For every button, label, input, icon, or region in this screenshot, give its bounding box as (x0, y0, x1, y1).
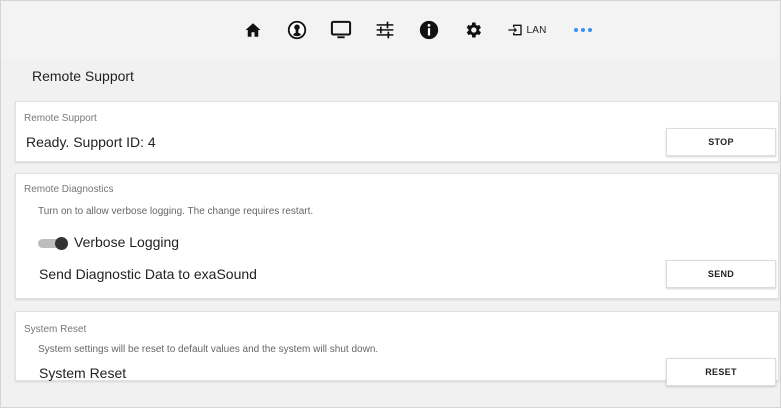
top-nav: LAN (1, 1, 780, 59)
info-icon[interactable] (417, 18, 441, 42)
system-reset-description: System settings will be reset to default… (38, 344, 379, 355)
page-title: Remote Support (32, 68, 134, 84)
system-reset-row-label: System Reset (39, 365, 127, 381)
remote-support-header: Remote Support (24, 113, 97, 124)
monitor-icon[interactable] (329, 18, 353, 42)
remote-diagnostics-description: Turn on to allow verbose logging. The ch… (38, 206, 314, 217)
lan-label: LAN (526, 24, 547, 36)
verbose-logging-toggle[interactable] (38, 237, 68, 250)
remote-diagnostics-header: Remote Diagnostics (24, 184, 114, 195)
remote-support-card: Remote Support Ready. Support ID: 4 STOP (15, 101, 779, 162)
remote-diagnostics-card: Remote Diagnostics Turn on to allow verb… (15, 173, 779, 299)
stop-button[interactable]: STOP (666, 128, 776, 156)
send-diagnostics-label: Send Diagnostic Data to exaSound (39, 266, 257, 282)
sliders-icon[interactable] (373, 18, 397, 42)
input-lan-icon (508, 24, 523, 36)
home-icon[interactable] (241, 18, 265, 42)
reset-button[interactable]: RESET (666, 358, 776, 386)
support-status: Ready. Support ID: 4 (26, 134, 156, 150)
toggle-thumb (55, 237, 68, 250)
more-dots-icon[interactable] (573, 28, 594, 32)
gear-icon[interactable] (461, 18, 485, 42)
system-reset-card: System Reset System settings will be res… (15, 311, 779, 386)
app-window: LAN Remote Support Remote Support Ready.… (0, 0, 781, 408)
account-circle-icon[interactable] (285, 18, 309, 42)
send-button[interactable]: SEND (666, 260, 776, 288)
lan-input-button[interactable]: LAN (507, 23, 546, 37)
system-reset-header: System Reset (24, 324, 87, 335)
nav-icons: LAN (231, 18, 593, 42)
verbose-logging-label: Verbose Logging (74, 234, 180, 250)
